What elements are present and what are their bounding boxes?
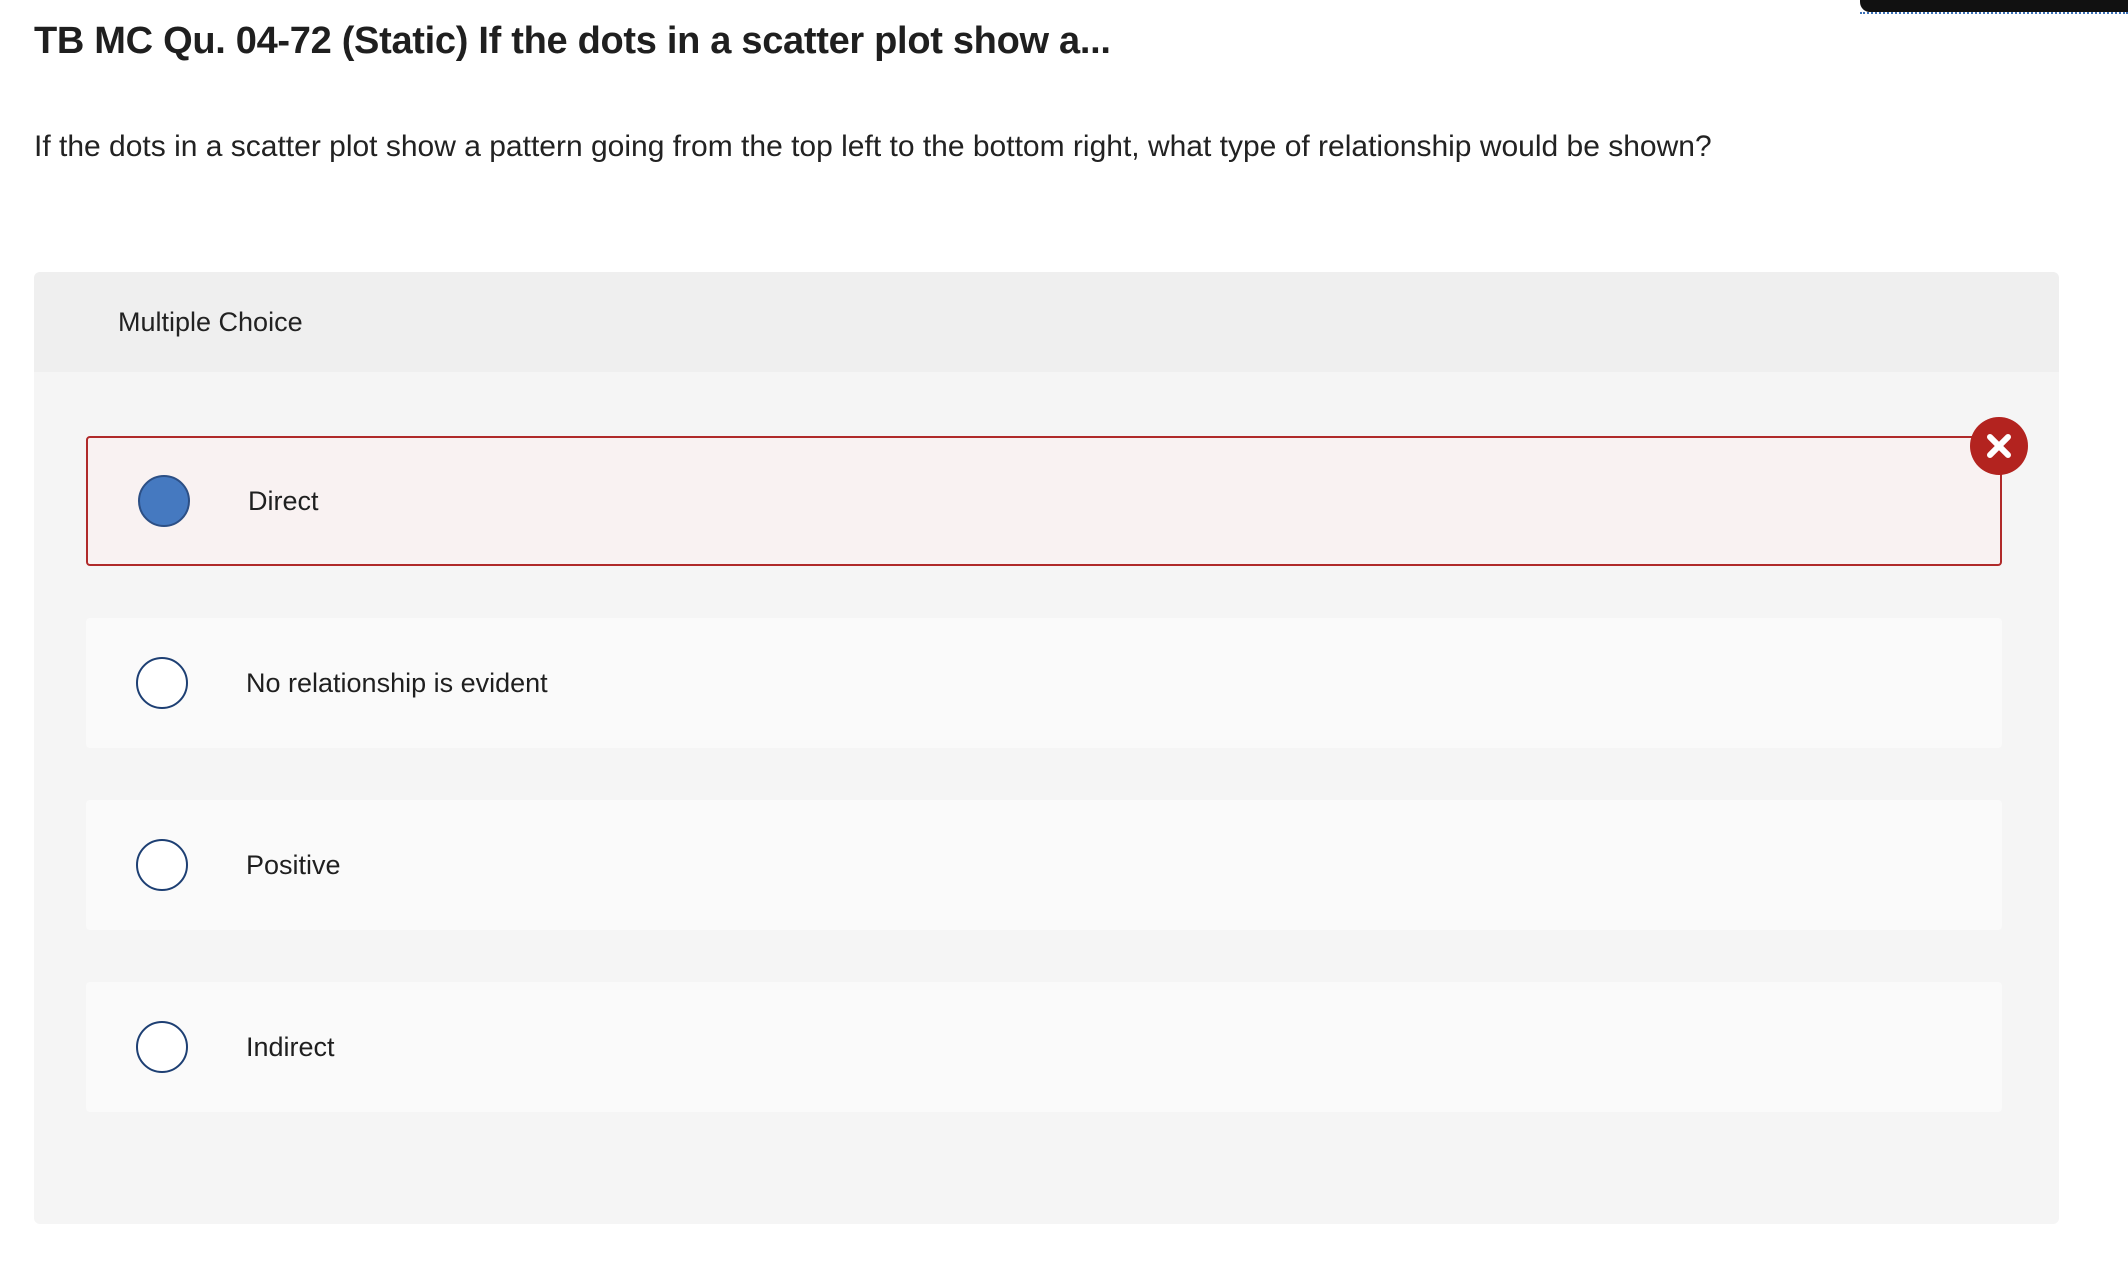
focus-outline — [1860, 12, 2128, 14]
multiple-choice-header: Multiple Choice — [34, 272, 2059, 372]
answer-option-direct[interactable]: Direct — [86, 436, 2002, 566]
question-type-label: Multiple Choice — [118, 306, 303, 337]
top-toolbar-edge — [1860, 0, 2128, 12]
answer-option-no-relationship[interactable]: No relationship is evident — [86, 618, 2002, 748]
answer-option-label: No relationship is evident — [246, 667, 548, 698]
question-title: TB MC Qu. 04-72 (Static) If the dots in … — [34, 20, 1111, 62]
multiple-choice-panel: Multiple Choice Direct No relationship i… — [34, 272, 2059, 1224]
answer-option-label: Indirect — [246, 1031, 335, 1062]
answer-option-label: Positive — [246, 849, 341, 880]
answer-option-indirect[interactable]: Indirect — [86, 982, 2002, 1112]
answer-option-label: Direct — [248, 485, 319, 516]
question-prompt: If the dots in a scatter plot show a pat… — [34, 130, 1712, 163]
radio-button[interactable] — [136, 657, 188, 709]
radio-button[interactable] — [136, 1021, 188, 1073]
close-x-icon — [1970, 417, 2028, 475]
answer-option-positive[interactable]: Positive — [86, 800, 2002, 930]
radio-button-selected[interactable] — [138, 475, 190, 527]
radio-button[interactable] — [136, 839, 188, 891]
